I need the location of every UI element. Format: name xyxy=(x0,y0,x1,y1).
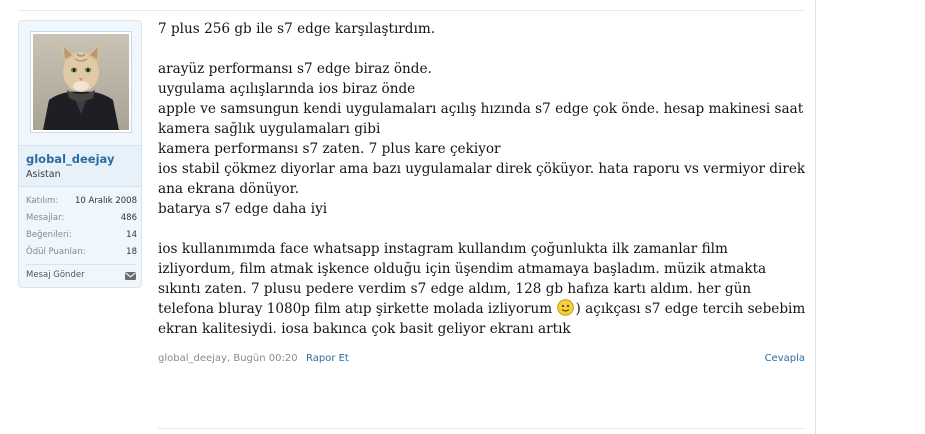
stat-row-joined: Katılım: 10 Aralık 2008 xyxy=(26,193,137,210)
stat-value[interactable]: 486 xyxy=(121,210,137,227)
post-line: arayüz performansı s7 edge biraz önde. xyxy=(158,61,432,77)
envelope-icon[interactable] xyxy=(125,272,136,280)
stat-value: 10 Aralık 2008 xyxy=(74,196,137,206)
stat-row-trophy-points: Ödül Puanları: 18 xyxy=(26,244,137,261)
post-meta[interactable]: global_deejay, Bugün 00:20 xyxy=(158,353,298,364)
user-role: Asistan xyxy=(26,169,61,180)
send-message-link[interactable]: Mesaj Gönder xyxy=(26,270,85,280)
user-stats: Katılım: 10 Aralık 2008 Mesajlar: 486 Be… xyxy=(26,193,137,261)
post-line xyxy=(158,219,808,239)
reply-button[interactable]: Cevapla xyxy=(765,353,805,364)
post-footer: global_deejay, Bugün 00:20 Rapor Et Ceva… xyxy=(158,353,805,367)
bottom-divider xyxy=(158,428,805,429)
top-divider xyxy=(18,10,805,11)
stat-label: Mesajlar: xyxy=(26,213,65,223)
stat-label: Ödül Puanları: xyxy=(26,247,86,257)
card-divider xyxy=(26,264,136,265)
post-line: uygulama açılışlarında ios biraz önde xyxy=(158,81,416,97)
post-line: kamera performansı s7 zaten. 7 plus kare… xyxy=(158,141,501,157)
post-line: 7 plus 256 gb ile s7 edge karşılaştırdım… xyxy=(158,21,436,37)
user-info-card: global_deejay Asistan Katılım: 10 Aralık… xyxy=(18,20,142,288)
post-message-body: 7 plus 256 gb ile s7 edge karşılaştırdım… xyxy=(158,19,808,339)
cat-in-coat-avatar-icon xyxy=(33,34,129,130)
username-link[interactable]: global_deejay xyxy=(26,152,114,166)
post-line: ios stabil çökmez diyorlar ama bazı uygu… xyxy=(158,161,806,197)
username-box: global_deejay Asistan xyxy=(19,145,141,187)
stat-label: Beğenileri: xyxy=(26,230,72,240)
report-button[interactable]: Rapor Et xyxy=(306,353,349,364)
stat-row-likes: Beğenileri: 14 xyxy=(26,227,137,244)
stat-value[interactable]: 18 xyxy=(126,244,137,261)
stat-value: 14 xyxy=(126,230,137,240)
post-line xyxy=(158,39,808,59)
avatar[interactable] xyxy=(30,31,132,133)
post-line: batarya s7 edge daha iyi xyxy=(158,201,328,217)
content-right-border xyxy=(815,0,816,434)
post-line: apple ve samsungun kendi uygulamaları aç… xyxy=(158,101,804,137)
stat-label: Katılım: xyxy=(26,196,59,206)
stat-row-messages: Mesajlar: 486 xyxy=(26,210,137,227)
post-final-paragraph: ios kullanımımda face whatsapp instagram… xyxy=(158,239,808,339)
smiley-icon xyxy=(557,299,575,316)
